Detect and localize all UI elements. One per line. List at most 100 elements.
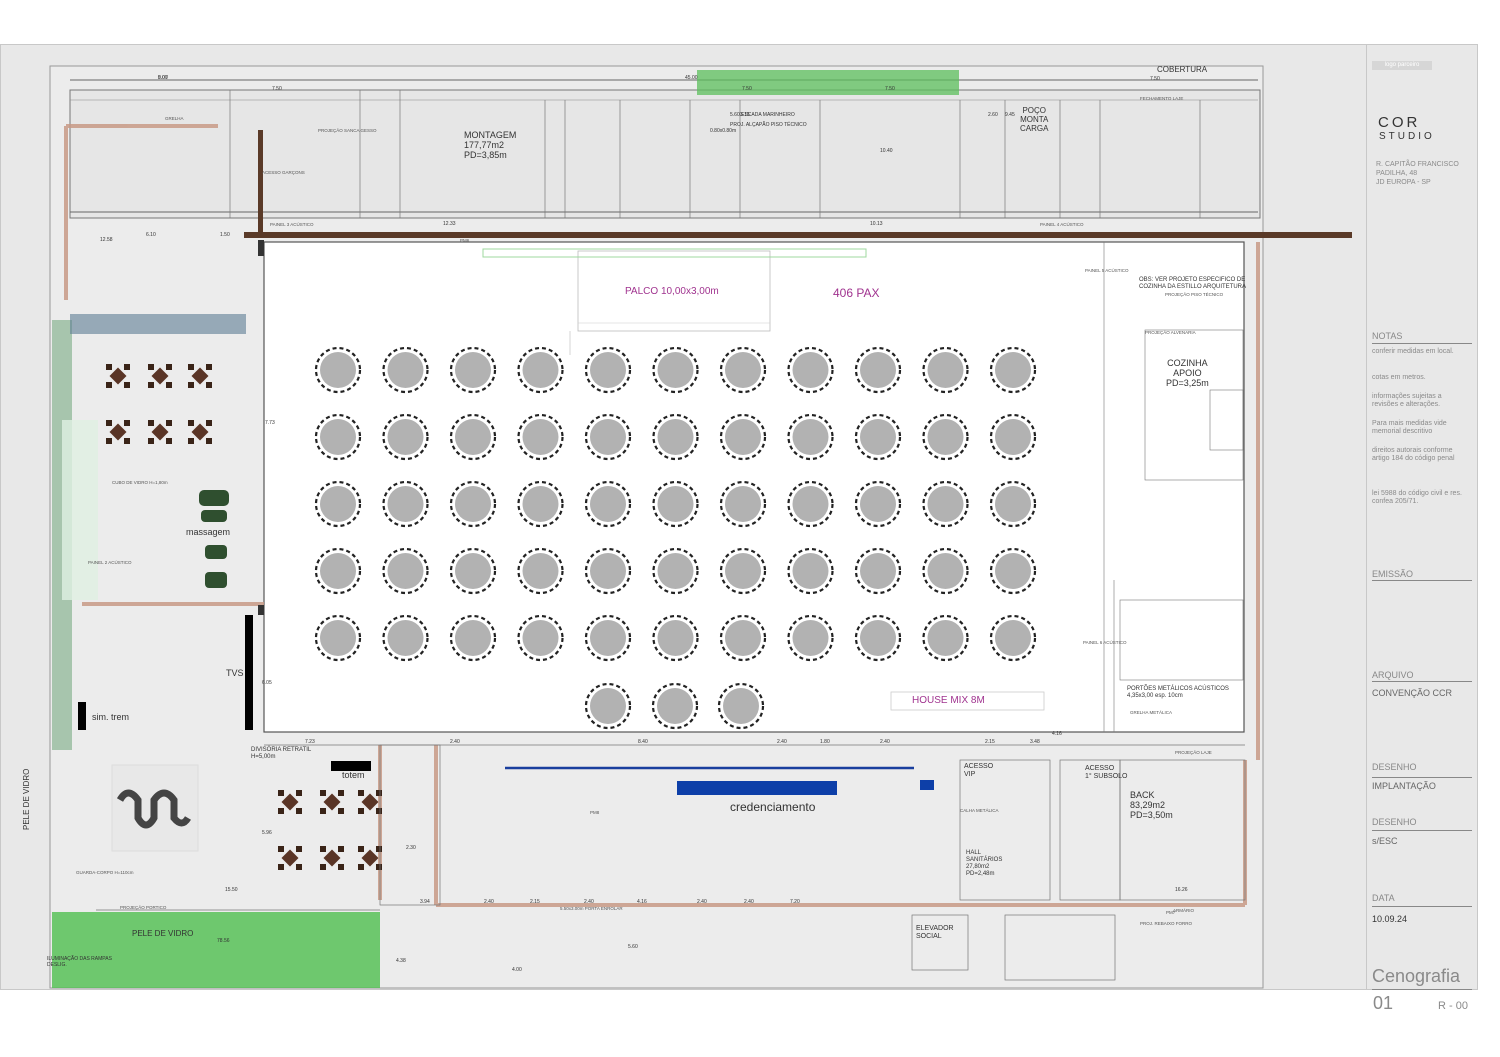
escala-rule <box>1372 830 1472 831</box>
dimension-text: 7.20 <box>790 899 800 905</box>
round-table <box>854 547 902 595</box>
dimension-text: 12.58 <box>100 237 113 243</box>
escala-value: s/ESC <box>1372 836 1398 846</box>
sim-trem-label: sim. trem <box>92 712 129 722</box>
desenho-label: DESENHO <box>1372 762 1417 772</box>
round-table <box>314 413 362 461</box>
dimension-text: 2.40 <box>880 739 890 745</box>
round-table <box>584 413 632 461</box>
data-label: DATA <box>1372 893 1395 903</box>
round-table <box>989 346 1037 394</box>
dimension-text: 2.40 <box>584 899 594 905</box>
totem-label: totem <box>342 770 365 780</box>
dimension-text: 2.60 <box>988 112 998 118</box>
lounge-table <box>188 364 212 388</box>
round-table <box>517 346 564 394</box>
plan-annotation: CUBO DE VIDRO H=1,80m <box>112 480 168 485</box>
room-cozinha: COZINHA APOIO PD=3,25m <box>1166 358 1209 388</box>
round-table <box>449 480 497 528</box>
round-table <box>517 413 564 461</box>
credenciamento-counter <box>677 781 837 795</box>
room-montagem-pd: PD=3,85m <box>464 150 507 160</box>
divisoria-line1: DIVISÓRIA RETRATIL <box>251 747 312 753</box>
dimension-text: 1.80 <box>820 739 830 745</box>
emissao-label: EMISSÃO <box>1372 569 1414 579</box>
floor-plan <box>49 65 1352 989</box>
round-table <box>717 682 765 730</box>
round-table <box>787 413 834 461</box>
address-line3: JD EUROPA - SP <box>1376 179 1431 186</box>
house-mix-label: HOUSE MIX 8M <box>912 695 985 706</box>
dimension-text: 6.05 <box>262 680 272 686</box>
room-poco: POÇO MONTA CARGA <box>1020 106 1048 133</box>
plan-annotation: PAINEL 5 ACÚSTICO <box>1085 268 1129 273</box>
dimension-text: 78.56 <box>217 938 230 944</box>
note-4: Para mais medidas vide memorial descriti… <box>1372 420 1447 435</box>
room-cozinha-name: COZINHA <box>1167 358 1208 368</box>
room-hall-line1: HALL <box>966 850 982 856</box>
round-table <box>989 547 1037 595</box>
note-6: lei 5988 do código civil e res. confea 2… <box>1372 490 1462 505</box>
arquivo-rule <box>1372 681 1472 682</box>
round-table <box>922 547 969 595</box>
round-table <box>719 614 767 662</box>
studio-name: COR <box>1378 114 1421 131</box>
tvs-label: TVS <box>226 668 244 678</box>
arquivo-value: CONVENÇÃO CCR <box>1372 688 1453 698</box>
round-table <box>652 413 699 461</box>
note-3: informações sujeitas a revisões e altera… <box>1372 393 1442 408</box>
round-table <box>584 480 632 528</box>
round-table <box>652 346 699 394</box>
room-montagem-name: MONTAGEM <box>464 130 517 140</box>
cozinha-obs: OBS: VER PROJETO ESPECIFICO DE COZINHA D… <box>1139 277 1246 291</box>
round-table <box>989 614 1037 662</box>
round-table <box>854 346 902 394</box>
dimension-text: 7.50 <box>272 86 282 92</box>
service-strip <box>69 89 1261 219</box>
round-table <box>651 682 699 730</box>
lounge-table <box>188 420 212 444</box>
dimension-text: 7.73 <box>265 420 275 426</box>
round-table <box>584 547 632 595</box>
round-table <box>382 614 429 662</box>
round-table <box>854 614 902 662</box>
lounge-table <box>148 364 172 388</box>
plan-annotation: PROJEÇÃO ALVENARIA <box>1145 330 1196 335</box>
round-table <box>922 413 969 461</box>
dimension-text: 0.80x0.80m <box>710 128 737 134</box>
lounge-table <box>278 846 302 870</box>
dimension-text: 4.16 <box>1052 731 1062 737</box>
round-table <box>517 480 564 528</box>
dimension-text: 3.48 <box>1030 739 1040 745</box>
dimension-text: 4.00 <box>512 967 522 973</box>
round-table <box>787 346 834 394</box>
dimension-text: 2.40 <box>744 899 754 905</box>
plan-annotation: PM8 <box>590 810 600 815</box>
dimension-text: 3.15 <box>740 112 750 118</box>
pele-vidro-left: PELE DE VIDRO <box>22 768 31 830</box>
lounge-table <box>320 846 344 870</box>
partner-logo: logo parceiro <box>1372 61 1432 70</box>
plan-annotation: ARMÁRIO <box>1173 908 1195 913</box>
iluminacao-line2: DESLIG. <box>47 962 67 968</box>
dimension-text: 10.13 <box>870 221 883 227</box>
dimension-text: 2.40 <box>450 739 460 745</box>
round-table <box>787 480 834 528</box>
acesso-vip-line2: VIP <box>964 771 976 778</box>
category-rule <box>1372 989 1472 990</box>
green-roof-strip <box>697 70 959 95</box>
round-table <box>449 547 497 595</box>
dimension-text: 6.10 <box>146 232 156 238</box>
dimension-text: 2.40 <box>484 899 494 905</box>
dimension-text: 7.50 <box>885 86 895 92</box>
round-table <box>517 614 564 662</box>
notes-heading: NOTAS <box>1372 331 1403 341</box>
round-table <box>314 614 362 662</box>
studio-name-sub: STUDIO <box>1379 131 1435 142</box>
dimension-text: 8.40 <box>638 739 648 745</box>
pele-vidro-bottom: PELE DE VIDRO <box>132 929 194 938</box>
round-table <box>449 614 497 662</box>
round-table <box>382 346 429 394</box>
plan-annotation: ACESSO GARÇONS <box>262 170 305 175</box>
lounge-table <box>358 790 382 814</box>
